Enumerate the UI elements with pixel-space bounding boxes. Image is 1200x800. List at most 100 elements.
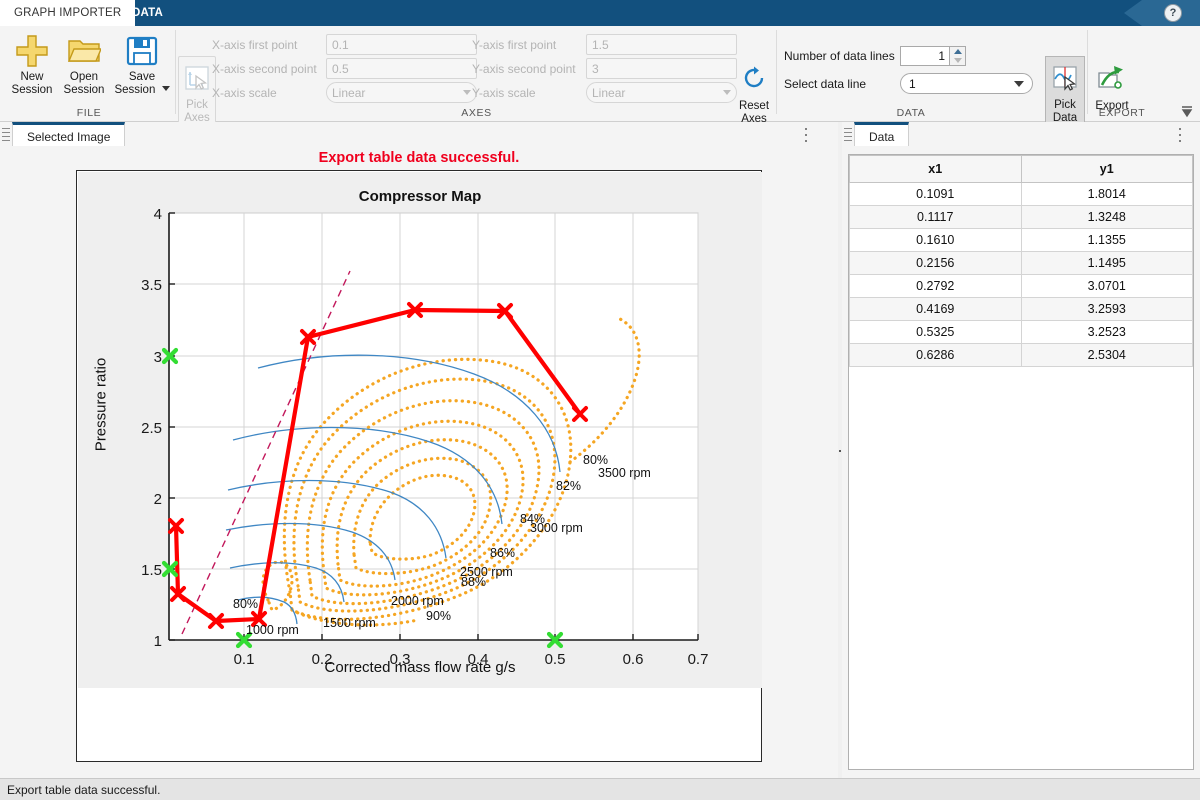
select-data-line-dropdown[interactable]: 1: [900, 73, 1033, 94]
table-cell-x1-4[interactable]: 0.2792: [849, 274, 1022, 298]
table-cell-y1-6[interactable]: 3.2523: [1020, 320, 1193, 344]
open-session-button[interactable]: Open Session: [56, 31, 112, 111]
table-cell-y1-7[interactable]: 2.5304: [1020, 343, 1193, 367]
svg-text:1000 rpm: 1000 rpm: [246, 623, 299, 637]
table-cell-y1-5[interactable]: 3.2593: [1020, 297, 1193, 321]
table-row[interactable]: 0.4169 3.2593: [849, 297, 1193, 321]
save-session-dropdown-icon[interactable]: [161, 86, 170, 91]
pick-data-button[interactable]: Pick Data: [1045, 56, 1085, 132]
ribbon-toolbar: New Session Open Session Save Session FI…: [0, 26, 1200, 132]
y-first-point-input[interactable]: 1.5: [586, 34, 737, 55]
y-first-point-label: Y-axis first point: [472, 37, 557, 52]
table-cell-y1-4[interactable]: 3.0701: [1020, 274, 1193, 298]
chevron-down-icon-2: [723, 90, 731, 95]
divider-axes-data: [776, 30, 777, 114]
table-cell-x1-2[interactable]: 0.1610: [849, 228, 1022, 252]
svg-text:1.5: 1.5: [141, 562, 162, 579]
table-row[interactable]: 0.5325 3.2523: [849, 320, 1193, 344]
reset-axes-button[interactable]: Reset Axes: [733, 56, 775, 132]
chevron-down-icon-3: [1014, 80, 1024, 87]
export-button[interactable]: Export: [1090, 56, 1134, 132]
right-panel-grip[interactable]: [844, 128, 852, 141]
left-panel-options-icon[interactable]: [800, 128, 812, 142]
table-cell-y1-2[interactable]: 1.1355: [1020, 228, 1193, 252]
svg-text:3: 3: [154, 349, 162, 366]
svg-text:3000 rpm: 3000 rpm: [530, 521, 583, 535]
table-row[interactable]: 0.1117 1.3248: [849, 205, 1193, 229]
table-row[interactable]: 0.1091 1.8014: [849, 182, 1193, 206]
help-icon[interactable]: ?: [1164, 4, 1182, 22]
application-window: GRAPH IMPORTER DATA ? New Session Open S…: [0, 0, 1200, 800]
selected-image-panel: Export table data successful. Compressor…: [0, 146, 838, 778]
pick-axes-icon: [184, 57, 210, 99]
y-second-point-input[interactable]: 3: [586, 58, 737, 79]
tab-selected-image[interactable]: Selected Image: [12, 122, 126, 148]
select-data-line-label: Select data line: [784, 76, 867, 91]
pick-axes-button[interactable]: Pick Axes: [178, 56, 216, 132]
stepper-down-icon[interactable]: [953, 58, 962, 63]
figure-background: Compressor Map Pressure ratio 4 3.5 3 2.…: [78, 172, 762, 688]
x-first-point-label: X-axis first point: [212, 37, 298, 52]
y-scale-select[interactable]: Linear: [586, 82, 737, 103]
table-cell-x1-3[interactable]: 0.2156: [849, 251, 1022, 275]
new-session-line1: New: [20, 71, 44, 83]
table-cell-x1-6[interactable]: 0.5325: [849, 320, 1022, 344]
table-row[interactable]: 0.6286 2.5304: [849, 343, 1193, 367]
export-success-message: Export table data successful.: [318, 150, 520, 166]
tab-data-panel[interactable]: Data: [854, 122, 910, 148]
right-panel-options-icon[interactable]: [1174, 128, 1186, 142]
svg-text:1500 rpm: 1500 rpm: [323, 616, 376, 630]
compressor-map-plot: 4 3.5 3 2.5 2 1.5 1 0.1 0.2 0.3 0.4 0.5 …: [141, 206, 708, 668]
axes-group-label: AXES: [461, 107, 492, 119]
svg-text:2: 2: [154, 491, 162, 508]
svg-text:4: 4: [154, 206, 162, 223]
save-session-line1: Save: [128, 71, 156, 83]
svg-text:80%: 80%: [233, 597, 258, 611]
data-table-container[interactable]: x1 y1 0.1091 1.8014 0.1117 1.3248 0.1610 1.13…: [848, 154, 1194, 770]
table-row[interactable]: 0.1610 1.1355: [849, 228, 1193, 252]
number-of-data-lines-input[interactable]: 1: [900, 46, 950, 66]
x-first-point-input[interactable]: 0.1: [326, 34, 477, 55]
x-scale-value: Linear: [332, 85, 366, 100]
svg-text:3500 rpm: 3500 rpm: [598, 466, 651, 480]
number-of-data-lines-label: Number of data lines: [784, 49, 895, 63]
table-header-row: x1 y1: [849, 155, 1193, 183]
table-row[interactable]: 0.2156 1.1495: [849, 251, 1193, 275]
column-header-y1[interactable]: y1: [1020, 155, 1193, 183]
table-row[interactable]: 0.2792 3.0701: [849, 274, 1193, 298]
select-data-line-value: 1: [909, 76, 916, 91]
title-bar: GRAPH IMPORTER DATA ?: [0, 0, 1200, 26]
new-session-line2: Session: [11, 84, 53, 96]
x-second-point-label: X-axis second point: [212, 61, 317, 76]
svg-text:2000 rpm: 2000 rpm: [391, 594, 444, 608]
y-scale-value: Linear: [592, 85, 626, 100]
column-header-x1[interactable]: x1: [849, 155, 1022, 183]
tab-graph-importer[interactable]: GRAPH IMPORTER: [0, 0, 136, 26]
table-cell-x1-7[interactable]: 0.6286: [849, 343, 1022, 367]
number-of-data-lines-stepper[interactable]: [950, 46, 966, 66]
save-session-button[interactable]: Save Session: [110, 31, 174, 111]
table-cell-y1-1[interactable]: 1.3248: [1020, 205, 1193, 229]
table-cell-y1-0[interactable]: 1.8014: [1020, 182, 1193, 206]
data-group-label: DATA: [896, 107, 926, 119]
pick-data-icon: [1052, 57, 1078, 99]
svg-text:82%: 82%: [556, 479, 581, 493]
status-bar-text: Export table data successful.: [7, 782, 161, 797]
x-second-point-input[interactable]: 0.5: [326, 58, 477, 79]
table-cell-y1-3[interactable]: 1.1495: [1020, 251, 1193, 275]
table-cell-x1-1[interactable]: 0.1117: [849, 205, 1022, 229]
svg-text:3.5: 3.5: [141, 277, 162, 294]
file-group-label: FILE: [76, 107, 102, 119]
new-session-button[interactable]: New Session: [4, 31, 60, 111]
table-cell-x1-0[interactable]: 0.1091: [849, 182, 1022, 206]
collapse-ribbon-icon[interactable]: [1179, 104, 1195, 118]
tab-data-ribbon[interactable]: DATA: [118, 0, 177, 26]
stepper-up-icon[interactable]: [953, 49, 962, 54]
x-scale-select[interactable]: Linear: [326, 82, 477, 103]
table-cell-x1-5[interactable]: 0.4169: [849, 297, 1022, 321]
svg-text:80%: 80%: [583, 453, 608, 467]
left-panel-grip[interactable]: [2, 128, 10, 141]
floppy-disk-icon: [126, 31, 158, 71]
help-region: ?: [1124, 0, 1200, 26]
refresh-icon: [741, 56, 767, 100]
